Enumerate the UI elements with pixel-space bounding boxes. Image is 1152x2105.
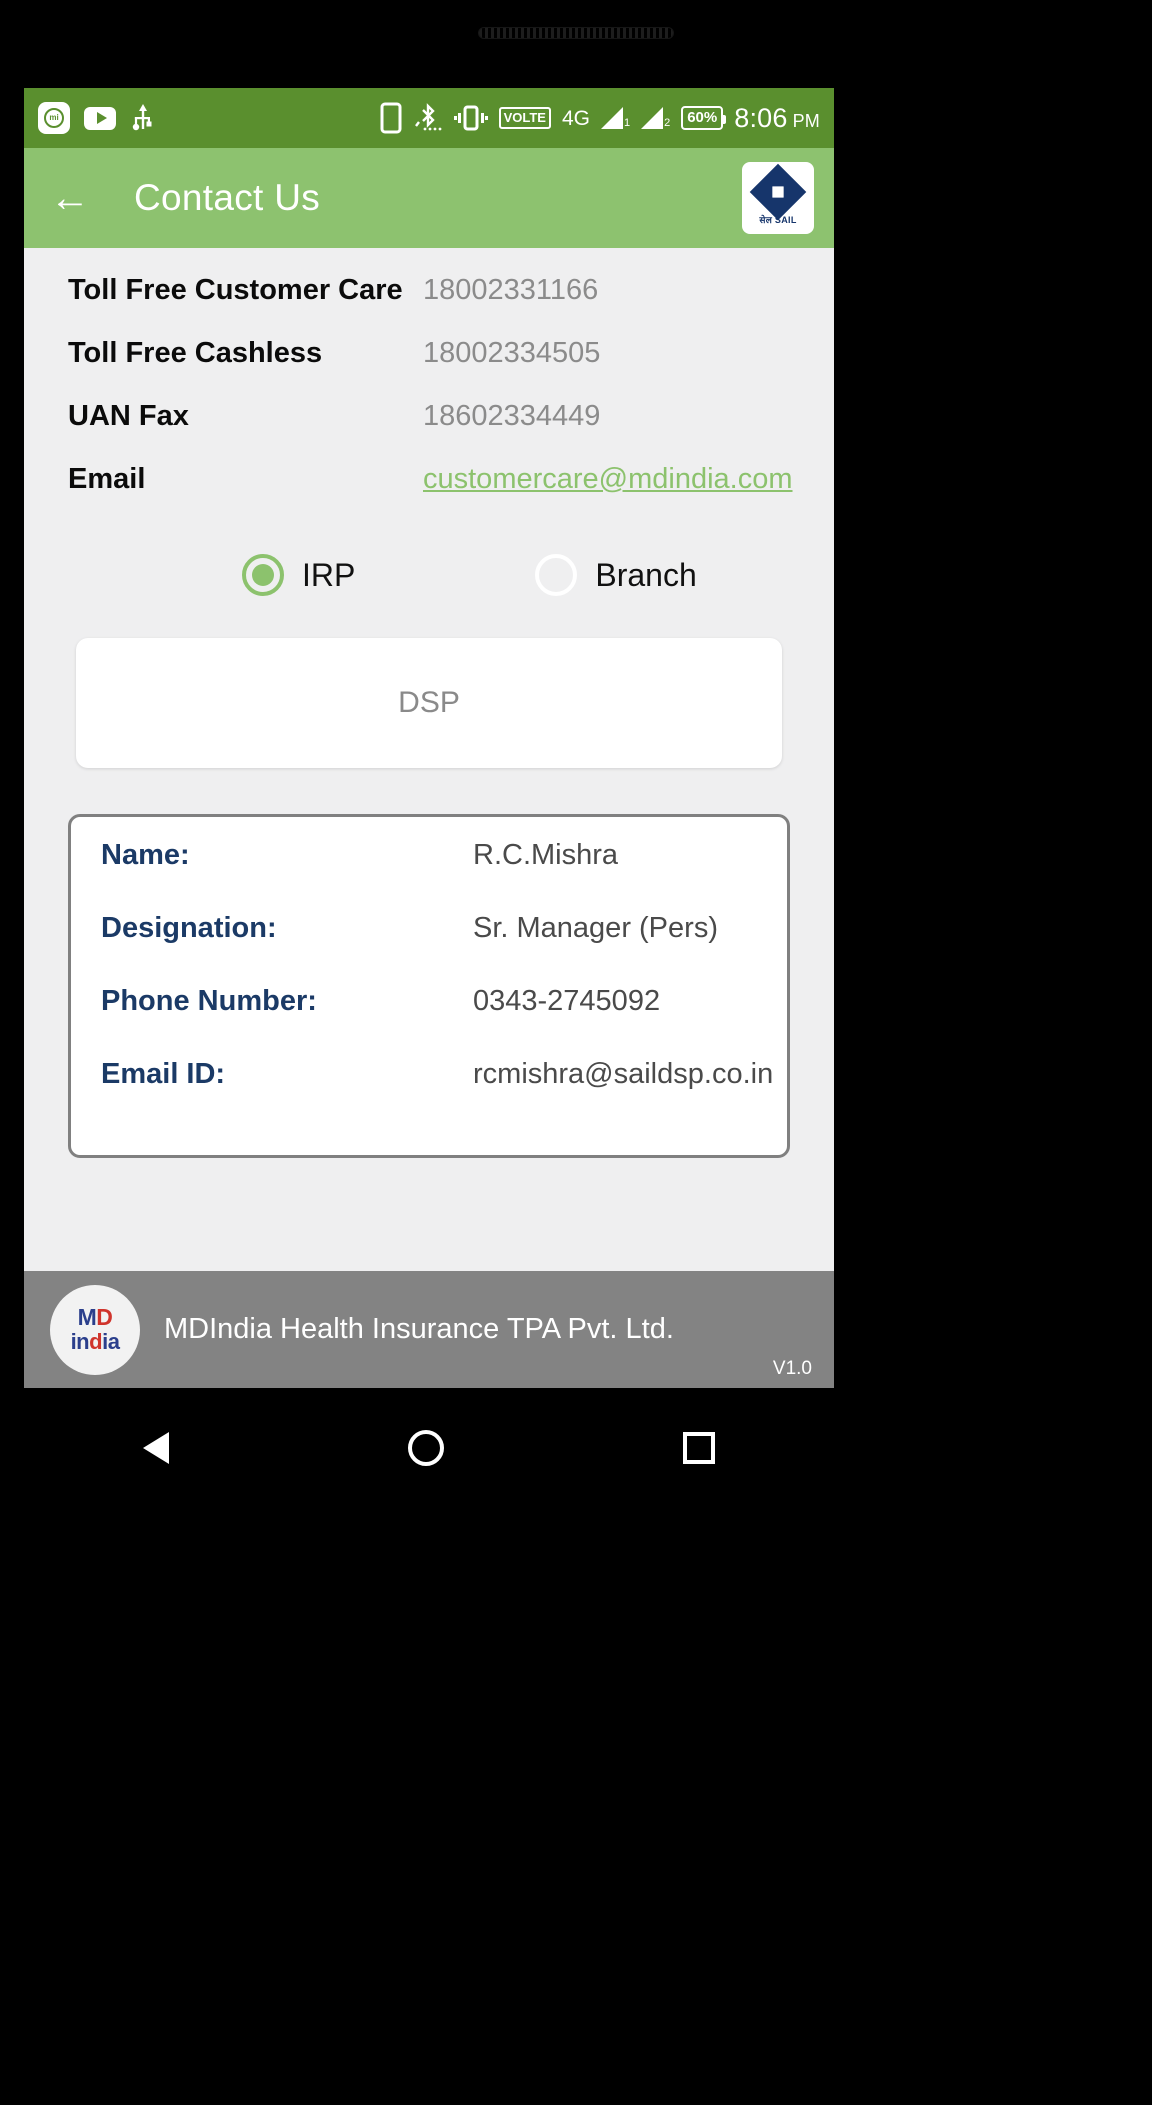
contact-row-email: Email customercare@mdindia.com [24,463,834,526]
mi-app-icon: mi [38,102,70,134]
contact-value[interactable]: 18002334505 [423,337,600,370]
bluetooth-icon [414,103,441,131]
detail-row-name: Name: R.C.Mishra [87,839,771,912]
detail-label: Name: [101,839,190,871]
network-4g-icon: 4G [561,106,590,130]
signal-2-icon: 2 [641,107,670,129]
earpiece-speaker [478,27,674,39]
contact-row-uan-fax: UAN Fax 18602334449 [24,400,834,463]
detail-value: R.C.Mishra [473,839,619,871]
nav-recents-icon[interactable] [682,1432,715,1464]
contact-row-toll-free-customer-care: Toll Free Customer Care 18002331166 [24,274,834,337]
radio-option-irp[interactable]: IRP [242,554,355,596]
detail-label: Email ID: [101,1058,226,1090]
contact-row-toll-free-cashless: Toll Free Cashless 18002334505 [24,337,834,400]
youtube-icon [84,106,116,130]
sail-diamond-icon [749,163,807,221]
radio-button-selected-icon[interactable] [242,554,284,596]
contact-label: Email [68,463,146,495]
radio-option-branch[interactable]: Branch [535,554,697,596]
email-link[interactable]: customercare@mdindia.com [423,463,793,496]
contact-label: Toll Free Cashless [68,337,323,369]
usb-icon [132,104,152,131]
office-type-radio-group: IRP Branch [24,554,834,596]
sim-card-icon [380,102,402,134]
contact-detail-card: Name: R.C.Mishra Designation: Sr. Manage… [68,814,790,1158]
detail-label: Designation: [101,912,277,944]
vibrate-icon [453,105,488,131]
app-version-label: V1.0 [772,1358,812,1379]
contact-value[interactable]: 18602334449 [423,400,600,433]
volte-icon: VOLTE [498,107,551,129]
android-nav-bar [24,1388,834,1508]
nav-back-icon[interactable] [143,1432,170,1464]
detail-row-phone-number: Phone Number: 0343-2745092 [87,985,771,1058]
detail-row-designation: Designation: Sr. Manager (Pers) [87,912,771,985]
radio-button-unselected-icon[interactable] [535,554,578,596]
detail-value[interactable]: rcmishra@saildsp.co.in [473,1058,773,1091]
detail-value[interactable]: 0343-2745092 [473,985,660,1018]
app-bar: ← Contact Us सेल SAIL [24,148,834,248]
spinner-selected-value: DSP [398,686,460,719]
nav-home-icon[interactable] [407,1430,444,1466]
content-area: Toll Free Customer Care 18002331166 Toll… [24,248,834,1158]
radio-label: IRP [302,556,356,593]
plant-spinner[interactable]: DSP [76,638,782,768]
phone-screen: mi VOLTE 4G 1 2 60% 8:06 PM ← Contact Us… [24,88,834,1388]
signal-1-icon: 1 [600,107,630,129]
footer-company-name: MDIndia Health Insurance TPA Pvt. Ltd. [164,1313,674,1345]
contact-label: UAN Fax [68,400,189,432]
status-bar-clock: 8:06 PM [734,102,820,133]
battery-indicator: 60% [681,105,727,131]
contact-label: Toll Free Customer Care [68,274,403,306]
sail-logo: सेल SAIL [742,162,814,234]
page-title: Contact Us [134,177,321,218]
status-bar-right-icons: VOLTE 4G 1 2 60% 8:06 PM [380,102,820,134]
footer-bar: MD india MDIndia Health Insurance TPA Pv… [24,1271,834,1388]
back-arrow-icon[interactable]: ← [42,170,98,226]
mdindia-logo-md: MD [77,1303,113,1330]
status-bar: mi VOLTE 4G 1 2 60% 8:06 PM [24,88,834,148]
mdindia-logo-india: india [70,1328,120,1354]
contact-value[interactable]: 18002331166 [423,274,598,307]
mdindia-logo: MD india [50,1284,140,1375]
status-bar-left-icons: mi [38,102,156,134]
detail-row-email-id: Email ID: rcmishra@saildsp.co.in [87,1058,773,1131]
device-frame: mi VOLTE 4G 1 2 60% 8:06 PM ← Contact Us… [0,0,1152,2105]
detail-label: Phone Number: [101,985,317,1017]
radio-label: Branch [595,556,697,593]
detail-value: Sr. Manager (Pers) [473,912,718,944]
